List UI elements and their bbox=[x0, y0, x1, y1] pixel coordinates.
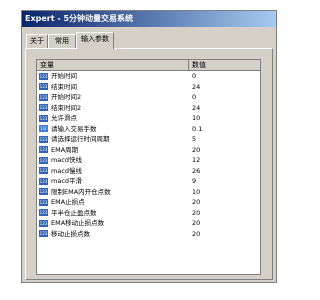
param-name-cell: 123 macd慢线 bbox=[37, 166, 189, 177]
param-name: macd快线 bbox=[51, 156, 83, 164]
input-params-panel: 变量 数值 123 开始时间 0 123 结束时间 24 123 开始时间2 0 123 结束时间2… bbox=[25, 48, 273, 280]
tab-input-params[interactable]: 输入参数 bbox=[76, 32, 114, 49]
param-value[interactable]: 20 bbox=[189, 229, 260, 240]
param-value[interactable]: 24 bbox=[189, 103, 260, 114]
param-name-cell: 123 平半仓止盈点数 bbox=[37, 208, 189, 219]
expert-dialog: Expert - 5分钟动量交易系统 关于 常用 输入参数 变量 数值 123 开… bbox=[21, 10, 277, 283]
integer-type-icon: 123 bbox=[39, 135, 48, 143]
tab-common[interactable]: 常用 bbox=[48, 34, 76, 48]
param-name: 开始时间 bbox=[51, 72, 77, 80]
params-table: 变量 数值 123 开始时间 0 123 结束时间 24 123 开始时间2 0 123 结束时间2… bbox=[36, 59, 261, 275]
param-name-cell: 123 开始时间 bbox=[37, 71, 189, 82]
double-type-icon: 1/2 bbox=[39, 125, 48, 133]
param-value[interactable]: 10 bbox=[189, 113, 260, 124]
param-name: EMA周期 bbox=[51, 145, 79, 154]
param-name: 结束时间 bbox=[51, 82, 77, 91]
table-row[interactable]: 123 EMA移动止损点数 20 bbox=[37, 218, 260, 229]
table-row[interactable]: 123 EMA止损点 20 bbox=[37, 197, 260, 208]
table-row[interactable]: 123 请选择运行时间周期 5 bbox=[37, 134, 260, 145]
param-name: EMA移动止损点数 bbox=[51, 219, 105, 227]
param-name: 结束时间2 bbox=[51, 103, 82, 112]
table-row[interactable]: 123 开始时间2 0 bbox=[37, 92, 260, 103]
integer-type-icon: 123 bbox=[39, 114, 48, 122]
integer-type-icon: 123 bbox=[39, 167, 48, 175]
column-header-variable[interactable]: 变量 bbox=[37, 60, 189, 70]
param-value[interactable]: 12 bbox=[189, 155, 260, 166]
param-name: macd平滑 bbox=[51, 177, 83, 185]
table-header: 变量 数值 bbox=[37, 60, 260, 71]
param-name-cell: 123 结束时间 bbox=[37, 82, 189, 93]
table-row[interactable]: 123 EMA周期 20 bbox=[37, 145, 260, 156]
integer-type-icon: 123 bbox=[39, 219, 48, 227]
param-name: 限制EMA内开仓点数 bbox=[51, 187, 111, 196]
param-value[interactable]: 0 bbox=[189, 71, 260, 82]
param-name-cell: 123 开始时间2 bbox=[37, 92, 189, 103]
param-name: EMA止损点 bbox=[51, 198, 85, 206]
table-row[interactable]: 123 结束时间 24 bbox=[37, 82, 260, 93]
param-value[interactable]: 5 bbox=[189, 134, 260, 145]
param-name: 请输入交易手数 bbox=[51, 124, 97, 133]
param-name-cell: 123 结束时间2 bbox=[37, 103, 189, 114]
param-name-cell: 1/2 请输入交易手数 bbox=[37, 124, 189, 135]
param-name: 开始时间2 bbox=[51, 93, 82, 101]
param-name-cell: 123 EMA止损点 bbox=[37, 197, 189, 208]
param-name-cell: 123 允许滑点 bbox=[37, 113, 189, 124]
integer-type-icon: 123 bbox=[39, 72, 48, 80]
param-name: macd慢线 bbox=[51, 166, 83, 175]
param-value[interactable]: 24 bbox=[189, 82, 260, 93]
integer-type-icon: 123 bbox=[39, 104, 48, 112]
param-value[interactable]: 20 bbox=[189, 208, 260, 219]
table-row[interactable]: 123 macd慢线 26 bbox=[37, 166, 260, 177]
column-header-value[interactable]: 数值 bbox=[189, 60, 260, 70]
param-name-cell: 123 移动止损点数 bbox=[37, 229, 189, 240]
table-row[interactable]: 123 平半仓止盈点数 20 bbox=[37, 208, 260, 219]
param-value[interactable]: 20 bbox=[189, 145, 260, 156]
param-name: 请选择运行时间周期 bbox=[51, 135, 110, 143]
table-row[interactable]: 123 macd快线 12 bbox=[37, 155, 260, 166]
table-body: 123 开始时间 0 123 结束时间 24 123 开始时间2 0 123 结束时间2 24 123 允… bbox=[37, 71, 260, 239]
table-row[interactable]: 123 开始时间 0 bbox=[37, 71, 260, 82]
param-name-cell: 123 macd快线 bbox=[37, 155, 189, 166]
tab-strip: 关于 常用 输入参数 bbox=[22, 32, 276, 49]
param-value[interactable]: 9 bbox=[189, 176, 260, 187]
param-value[interactable]: 0 bbox=[189, 92, 260, 103]
integer-type-icon: 123 bbox=[39, 188, 48, 196]
table-row[interactable]: 123 结束时间2 24 bbox=[37, 103, 260, 114]
param-name: 平半仓止盈点数 bbox=[51, 208, 97, 217]
param-name-cell: 123 EMA周期 bbox=[37, 145, 189, 156]
integer-type-icon: 123 bbox=[39, 230, 48, 238]
integer-type-icon: 123 bbox=[39, 209, 48, 217]
param-name: 移动止损点数 bbox=[51, 229, 90, 238]
integer-type-icon: 123 bbox=[39, 83, 48, 91]
table-row[interactable]: 123 移动止损点数 20 bbox=[37, 229, 260, 240]
window-title: Expert - 5分钟动量交易系统 bbox=[22, 11, 276, 27]
integer-type-icon: 123 bbox=[39, 177, 48, 185]
table-row[interactable]: 123 macd平滑 9 bbox=[37, 176, 260, 187]
table-row[interactable]: 1/2 请输入交易手数 0.1 bbox=[37, 124, 260, 135]
param-name-cell: 123 EMA移动止损点数 bbox=[37, 218, 189, 229]
table-row[interactable]: 123 限制EMA内开仓点数 10 bbox=[37, 187, 260, 198]
param-name-cell: 123 macd平滑 bbox=[37, 176, 189, 187]
integer-type-icon: 123 bbox=[39, 156, 48, 164]
param-value[interactable]: 20 bbox=[189, 197, 260, 208]
param-name-cell: 123 请选择运行时间周期 bbox=[37, 134, 189, 145]
param-value[interactable]: 10 bbox=[189, 187, 260, 198]
param-value[interactable]: 26 bbox=[189, 166, 260, 177]
param-value[interactable]: 20 bbox=[189, 218, 260, 229]
param-value[interactable]: 0.1 bbox=[189, 124, 260, 135]
table-row[interactable]: 123 允许滑点 10 bbox=[37, 113, 260, 124]
param-name: 允许滑点 bbox=[51, 114, 77, 122]
integer-type-icon: 123 bbox=[39, 198, 48, 206]
integer-type-icon: 123 bbox=[39, 146, 48, 154]
integer-type-icon: 123 bbox=[39, 93, 48, 101]
param-name-cell: 123 限制EMA内开仓点数 bbox=[37, 187, 189, 198]
tab-about[interactable]: 关于 bbox=[26, 34, 48, 48]
